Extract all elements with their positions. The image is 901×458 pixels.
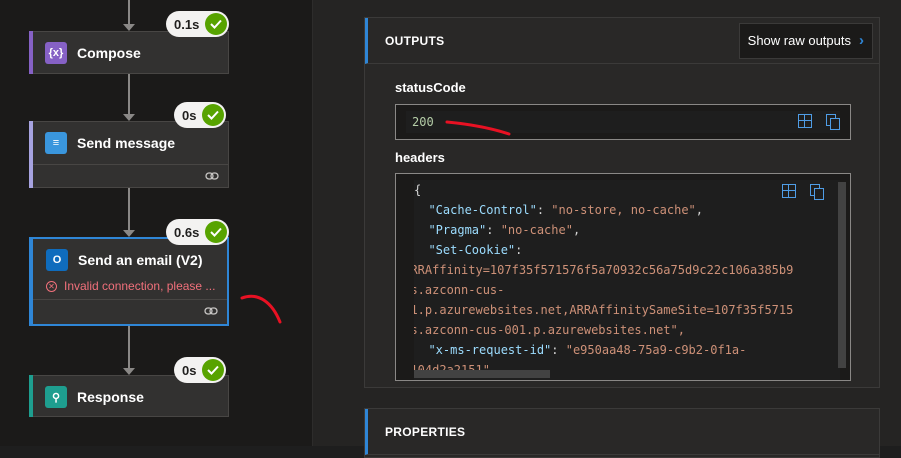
action-card-send-email[interactable]: O Send an email (V2) ✕ Invalid connectio… — [29, 237, 229, 326]
error-text: Invalid connection, please ... — [64, 279, 216, 293]
code-line: "Pragma": "no-cache", — [428, 223, 581, 237]
section-title: PROPERTIES — [385, 424, 466, 439]
success-check-icon — [205, 221, 228, 243]
card-title: Response — [77, 389, 144, 405]
outputs-section: OUTPUTS Show raw outputs › statusCode 20… — [364, 17, 880, 388]
card-title: Send message — [77, 135, 176, 151]
connector-line — [128, 0, 130, 26]
code-line: { — [414, 183, 422, 197]
copy-icon[interactable] — [826, 114, 840, 130]
duration-text: 0s — [182, 362, 197, 378]
code-line: "x-ms-request-id": "e950aa48-75a9-c9b2-0… — [428, 343, 747, 357]
headers-label: headers — [395, 150, 445, 165]
headers-box: { "Cache-Control": "no-store, no-cache",… — [395, 173, 851, 381]
duration-text: 0s — [182, 107, 197, 123]
duration-text: 0.6s — [174, 224, 200, 240]
compose-icon: {x} — [45, 42, 67, 64]
connector-arrow — [123, 368, 135, 375]
properties-header[interactable]: PROPERTIES — [365, 409, 879, 455]
status-code-label: statusCode — [395, 80, 466, 95]
code-line: "Cache-Control": "no-store, no-cache", — [428, 203, 704, 217]
link-icon[interactable] — [205, 171, 219, 181]
card-accent-strip — [29, 31, 33, 74]
grid-view-icon[interactable] — [782, 184, 796, 198]
connector-arrow — [123, 114, 135, 121]
success-check-icon — [205, 13, 228, 35]
grid-view-icon[interactable] — [798, 114, 812, 128]
section-title: OUTPUTS — [385, 33, 445, 48]
vertical-scrollbar[interactable] — [838, 182, 846, 368]
properties-section: PROPERTIES — [364, 408, 880, 458]
connector-line — [128, 326, 130, 370]
action-card-send-message[interactable]: ≡ Send message — [29, 121, 229, 188]
details-panel: OUTPUTS Show raw outputs › statusCode 20… — [313, 0, 901, 458]
success-check-icon — [202, 359, 225, 381]
connector-line — [128, 74, 130, 116]
code-line: 001.p.azurewebsites.net,ARRAffinitySameS… — [414, 303, 794, 317]
card-accent-strip — [29, 237, 33, 326]
headers-code-area[interactable]: { "Cache-Control": "no-store, no-cache",… — [414, 180, 840, 380]
action-card-compose[interactable]: {x} Compose — [29, 31, 229, 74]
connector-line — [128, 188, 130, 232]
card-title: Compose — [77, 45, 141, 61]
response-icon: ⚲ — [45, 386, 67, 408]
show-raw-outputs-button[interactable]: Show raw outputs › — [738, 22, 873, 59]
card-title: Send an email (V2) — [78, 252, 203, 268]
button-label: Show raw outputs — [747, 33, 851, 48]
outputs-header: OUTPUTS Show raw outputs › — [365, 18, 879, 64]
annotation-stroke — [445, 120, 511, 136]
copy-icon[interactable] — [810, 184, 824, 200]
status-code-value[interactable]: 200 — [412, 112, 434, 132]
chevron-right-icon: › — [859, 32, 864, 49]
code-line: "ARRAffinity=107f35f571576f5a70932c56a75… — [414, 263, 794, 277]
code-line: cus.azconn-cus- — [414, 283, 505, 297]
duration-badge: 0.6s — [166, 219, 230, 245]
horizontal-scrollbar[interactable] — [414, 370, 550, 378]
message-icon: ≡ — [45, 132, 67, 154]
connector-arrow — [123, 24, 135, 31]
duration-badge: 0.1s — [166, 11, 230, 37]
card-accent-strip — [29, 121, 33, 188]
flow-canvas: {x} Compose 0.1s ≡ Send message 0s O Sen… — [0, 0, 312, 446]
card-accent-strip — [29, 375, 33, 417]
connector-arrow — [123, 230, 135, 237]
duration-text: 0.1s — [174, 16, 200, 32]
error-circle-icon: ✕ — [46, 280, 57, 292]
code-line: "Set-Cookie": — [428, 243, 523, 257]
success-check-icon — [202, 104, 225, 126]
link-icon[interactable] — [204, 306, 218, 316]
duration-badge: 0s — [174, 357, 227, 383]
error-message: ✕ Invalid connection, please ... — [31, 277, 227, 295]
duration-badge: 0s — [174, 102, 227, 128]
code-line: cus.azconn-cus-001.p.azurewebsites.net", — [414, 323, 685, 337]
outlook-icon: O — [46, 249, 68, 271]
annotation-stroke — [240, 294, 282, 324]
